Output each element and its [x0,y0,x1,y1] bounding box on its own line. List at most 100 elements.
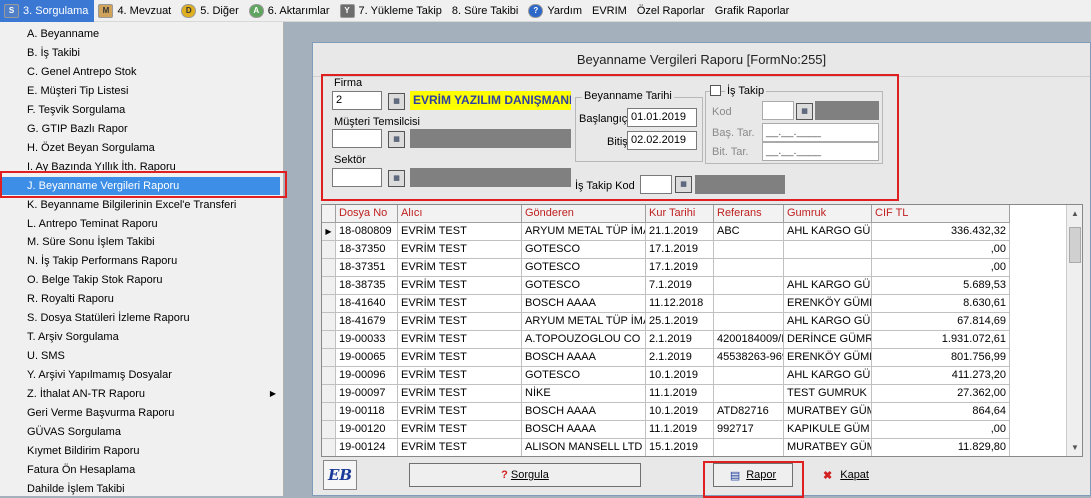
dropdown-item[interactable]: M. Süre Sonu İşlem Takibi [27,233,282,251]
column-header[interactable]: Gönderen [522,205,646,223]
menu-6[interactable]: 8. Süre Takibi [448,0,524,22]
scroll-up-icon[interactable]: ▲ [1067,205,1082,222]
vertical-scrollbar[interactable]: ▲ ▼ [1066,205,1082,456]
dropdown-item[interactable]: GÜVAS Sorgulama [27,423,282,441]
table-cell: EVRİM TEST [398,421,522,439]
table-cell: 19-00124 [336,439,398,456]
dropdown-item[interactable]: K. Beyanname Bilgilerinin Excel'e Transf… [27,196,282,214]
table-cell: EVRİM TEST [398,331,522,349]
is-takip-checkbox[interactable] [710,85,721,96]
is-takip-kod-bottom-lookup-icon[interactable]: ▦ [675,176,692,193]
table-cell [714,385,784,403]
table-cell: A.TOPOUZOGLOU CO [522,331,646,349]
bitis-date-field[interactable]: 02.02.2019 [627,131,697,150]
column-header[interactable]: CIF TL [872,205,1010,223]
is-takip-kod-bottom-field[interactable] [640,175,672,194]
dropdown-item[interactable]: T. Arşiv Sorgulama [27,328,282,346]
menu-label: 6. Aktarımlar [267,4,330,17]
musteri-lookup-icon[interactable]: ▦ [388,131,405,148]
table-cell: 1.931.072,61 [872,331,1010,349]
dropdown-item[interactable]: F. Teşvik Sorgulama [27,101,282,119]
menu-8[interactable]: EVRIM [588,0,633,22]
table-cell: 5.689,53 [872,277,1010,295]
menu-3[interactable]: D 5. Diğer [177,0,245,22]
column-header[interactable]: Gumruk [784,205,872,223]
table-row[interactable]: 18-37350 EVRİM TEST GOTESCO 17.1.2019 ,00 [322,241,1010,259]
table-row[interactable]: 19-00118 EVRİM TEST BOSCH AAAA 10.1.2019 ATD… [322,403,1010,421]
table-row[interactable]: 18-41640 EVRİM TEST BOSCH AAAA 11.12.2018 ER… [322,295,1010,313]
musteri-temsilcisi-field[interactable] [332,129,382,148]
baslangic-date-field[interactable]: 01.01.2019 [627,108,697,127]
table-row[interactable]: 18-37351 EVRİM TEST GOTESCO 17.1.2019 ,00 [322,259,1010,277]
sektor-lookup-icon[interactable]: ▦ [388,170,405,187]
firma-lookup-icon[interactable]: ▦ [388,93,405,110]
table-cell: 45538263-969 [714,349,784,367]
bit-tar-field[interactable]: __.__.____ [762,142,879,161]
table-row[interactable]: 19-00033 EVRİM TEST A.TOPOUZOGLOU CO 2.1.20… [322,331,1010,349]
column-header[interactable]: Alıcı [398,205,522,223]
menu-9[interactable]: Özel Raporlar [633,0,711,22]
scroll-thumb[interactable] [1069,227,1081,263]
is-takip-kod-field[interactable] [762,101,794,120]
table-cell: EVRİM TEST [398,295,522,313]
diger-icon: D [181,3,197,18]
dropdown-item[interactable]: H. Özet Beyan Sorgulama [27,139,282,157]
table-row[interactable]: 19-00065 EVRİM TEST BOSCH AAAA 2.1.2019 4553… [322,349,1010,367]
table-cell: ATD82716 [714,403,784,421]
sektor-field[interactable] [332,168,382,187]
dropdown-item[interactable]: Dahilde İşlem Takibi [27,480,282,498]
sorgula-button[interactable]: ? Sorgula [409,463,641,487]
menu-5[interactable]: Y 7. Yükleme Takip [336,0,448,22]
kapat-button[interactable]: ✖ Kapat [810,463,882,487]
dropdown-item[interactable]: R. Royalti Raporu [27,290,282,308]
dropdown-item[interactable]: E. Müşteri Tip Listesi [27,82,282,100]
menu-2[interactable]: M 4. Mevzuat [94,0,177,22]
dropdown-item[interactable]: O. Belge Takip Stok Raporu [27,271,282,289]
column-header[interactable]: Dosya No [336,205,398,223]
dropdown-item[interactable]: Geri Verme Başvurma Raporu [27,404,282,422]
table-row[interactable]: 19-00124 EVRİM TEST ALISON MANSELL LTD 15.1… [322,439,1010,456]
dropdown-item[interactable]: N. İş Takip Performans Raporu [27,252,282,270]
table-row[interactable]: 18-41679 EVRİM TEST ARYUM METAL TÜP İMA 25.… [322,313,1010,331]
menu-4[interactable]: A 6. Aktarımlar [245,0,336,22]
table-cell: 7.1.2019 [646,277,714,295]
table-cell: 19-00033 [336,331,398,349]
dropdown-item[interactable]: L. Antrepo Teminat Raporu [27,215,282,233]
table-row[interactable]: 19-00097 EVRİM TEST NİKE 11.1.2019 TEST GUMR… [322,385,1010,403]
results-grid[interactable]: Dosya No Alıcı Gönderen Kur Tarihi Referans G… [321,204,1083,457]
table-cell: 19-00120 [336,421,398,439]
column-header[interactable]: Referans [714,205,784,223]
scroll-down-icon[interactable]: ▼ [1067,439,1082,456]
dropdown-item[interactable]: Fatura Ön Hesaplama [27,461,282,479]
is-takip-kod-lookup-icon[interactable]: ▦ [796,103,813,120]
dropdown-item[interactable]: B. İş Takibi [27,44,282,62]
table-row[interactable]: 19-00120 EVRİM TEST BOSCH AAAA 11.1.2019 992… [322,421,1010,439]
table-cell: BOSCH AAAA [522,403,646,421]
table-row[interactable]: ▶ 18-080809 EVRİM TEST ARYUM METAL TÜP İMA 2… [322,223,1010,241]
sektor-name [410,168,571,187]
firma-code-field[interactable]: 2 [332,91,382,110]
table-cell: 11.829,80 [872,439,1010,456]
menu-7[interactable]: ? Yardım [524,0,588,22]
dropdown-item[interactable]: Kıymet Bildirim Raporu [27,442,282,460]
table-row[interactable]: 18-38735 EVRİM TEST GOTESCO 7.1.2019 AHL KAR… [322,277,1010,295]
table-cell: MURATBEY GÜM [784,403,872,421]
column-header[interactable]: Kur Tarihi [646,205,714,223]
bas-tar-field[interactable]: __.__.____ [762,123,879,142]
table-cell: ,00 [872,421,1010,439]
row-indicator [322,259,336,277]
dropdown-item[interactable]: Y. Arşivi Yapılmamış Dosyalar [27,366,282,384]
dropdown-item[interactable]: Z. İthalat AN-TR Raporu ▶ [27,385,282,403]
dropdown-item[interactable]: G. GTIP Bazlı Rapor [27,120,282,138]
menu-1[interactable]: S 3. Sorgulama [0,0,95,22]
table-row[interactable]: 19-00096 EVRİM TEST GOTESCO 10.1.2019 AHL KA… [322,367,1010,385]
dropdown-item[interactable]: U. SMS [27,347,282,365]
dropdown-item[interactable]: C. Genel Antrepo Stok [27,63,282,81]
dropdown-item[interactable]: A. Beyanname [27,25,282,43]
table-cell: EVRİM TEST [398,259,522,277]
menu-10[interactable]: Grafik Raporlar [711,0,796,22]
dropdown-item[interactable]: S. Dosya Statüleri İzleme Raporu [27,309,282,327]
aktarim-icon: A [248,3,264,18]
menu-label: 5. Diğer [200,4,239,17]
baslangic-label: Başlangıç [579,113,628,125]
